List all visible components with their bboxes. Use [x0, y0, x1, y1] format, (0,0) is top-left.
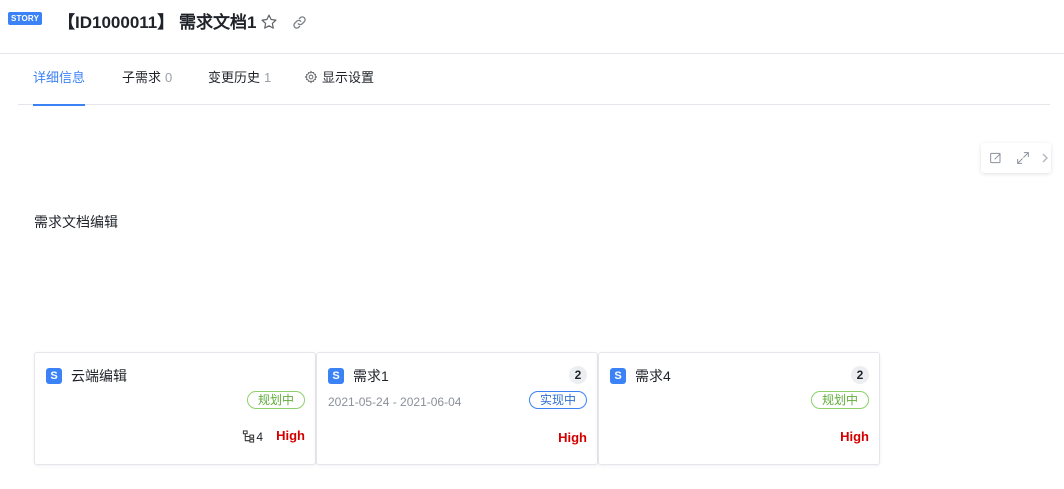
tab-label: 子需求 [122, 70, 162, 85]
story-icon: S [328, 368, 344, 384]
star-icon[interactable] [260, 13, 278, 31]
story-card[interactable]: S 需求4 2 规划中 High [598, 352, 880, 465]
status-badge: 规划中 [246, 391, 305, 409]
tab-children[interactable]: 子需求 0 [122, 55, 172, 105]
tab-label: 变更历史 [208, 70, 261, 85]
document-body-text: 需求文档编辑 [34, 214, 118, 230]
tab-count: 0 [165, 70, 173, 85]
gear-icon [304, 70, 318, 84]
story-icon: S [610, 368, 626, 384]
card-title: 需求1 [353, 368, 389, 384]
expand-icon[interactable] [1015, 150, 1031, 166]
tab-count: 1 [264, 70, 272, 85]
priority-label: High [558, 430, 587, 445]
card-title: 云端编辑 [71, 368, 127, 384]
editor-toolbar [981, 143, 1051, 173]
story-icon: S [46, 368, 62, 384]
subtask-count: 4 [242, 429, 263, 445]
chevron-right-icon[interactable] [1041, 151, 1049, 165]
priority-label: High [276, 428, 305, 443]
tab-details[interactable]: 详细信息 [33, 55, 86, 106]
link-icon[interactable] [292, 15, 307, 30]
story-card[interactable]: S 需求1 2 2021-05-24 - 2021-06-04 实现中 High [316, 352, 598, 465]
count-badge: 2 [851, 366, 869, 384]
card-title: 需求4 [635, 368, 671, 384]
page-header: STORY 【ID1000011】 需求文档1 [0, 0, 1064, 54]
status-badge: 规划中 [810, 391, 869, 409]
count-badge: 2 [569, 366, 587, 384]
story-card[interactable]: S 云端编辑 规划中 4 High [34, 352, 316, 465]
page-title: 【ID1000011】 需求文档1 [58, 13, 257, 32]
detail-tabs: 详细信息 子需求 0 变更历史 1 显示设置 [18, 55, 1050, 106]
subtask-count-value: 4 [256, 430, 263, 444]
status-badge: 实现中 [528, 391, 587, 409]
story-type-badge: STORY [8, 12, 43, 25]
hierarchy-icon [243, 430, 255, 443]
edit-icon[interactable] [988, 150, 1004, 166]
date-range: 2021-05-24 - 2021-06-04 [328, 395, 462, 409]
priority-label: High [840, 429, 869, 444]
tab-label: 详细信息 [33, 70, 86, 85]
tab-history[interactable]: 变更历史 1 [208, 55, 271, 105]
tab-label: 显示设置 [322, 70, 375, 85]
tab-display-settings[interactable]: 显示设置 [304, 55, 374, 105]
